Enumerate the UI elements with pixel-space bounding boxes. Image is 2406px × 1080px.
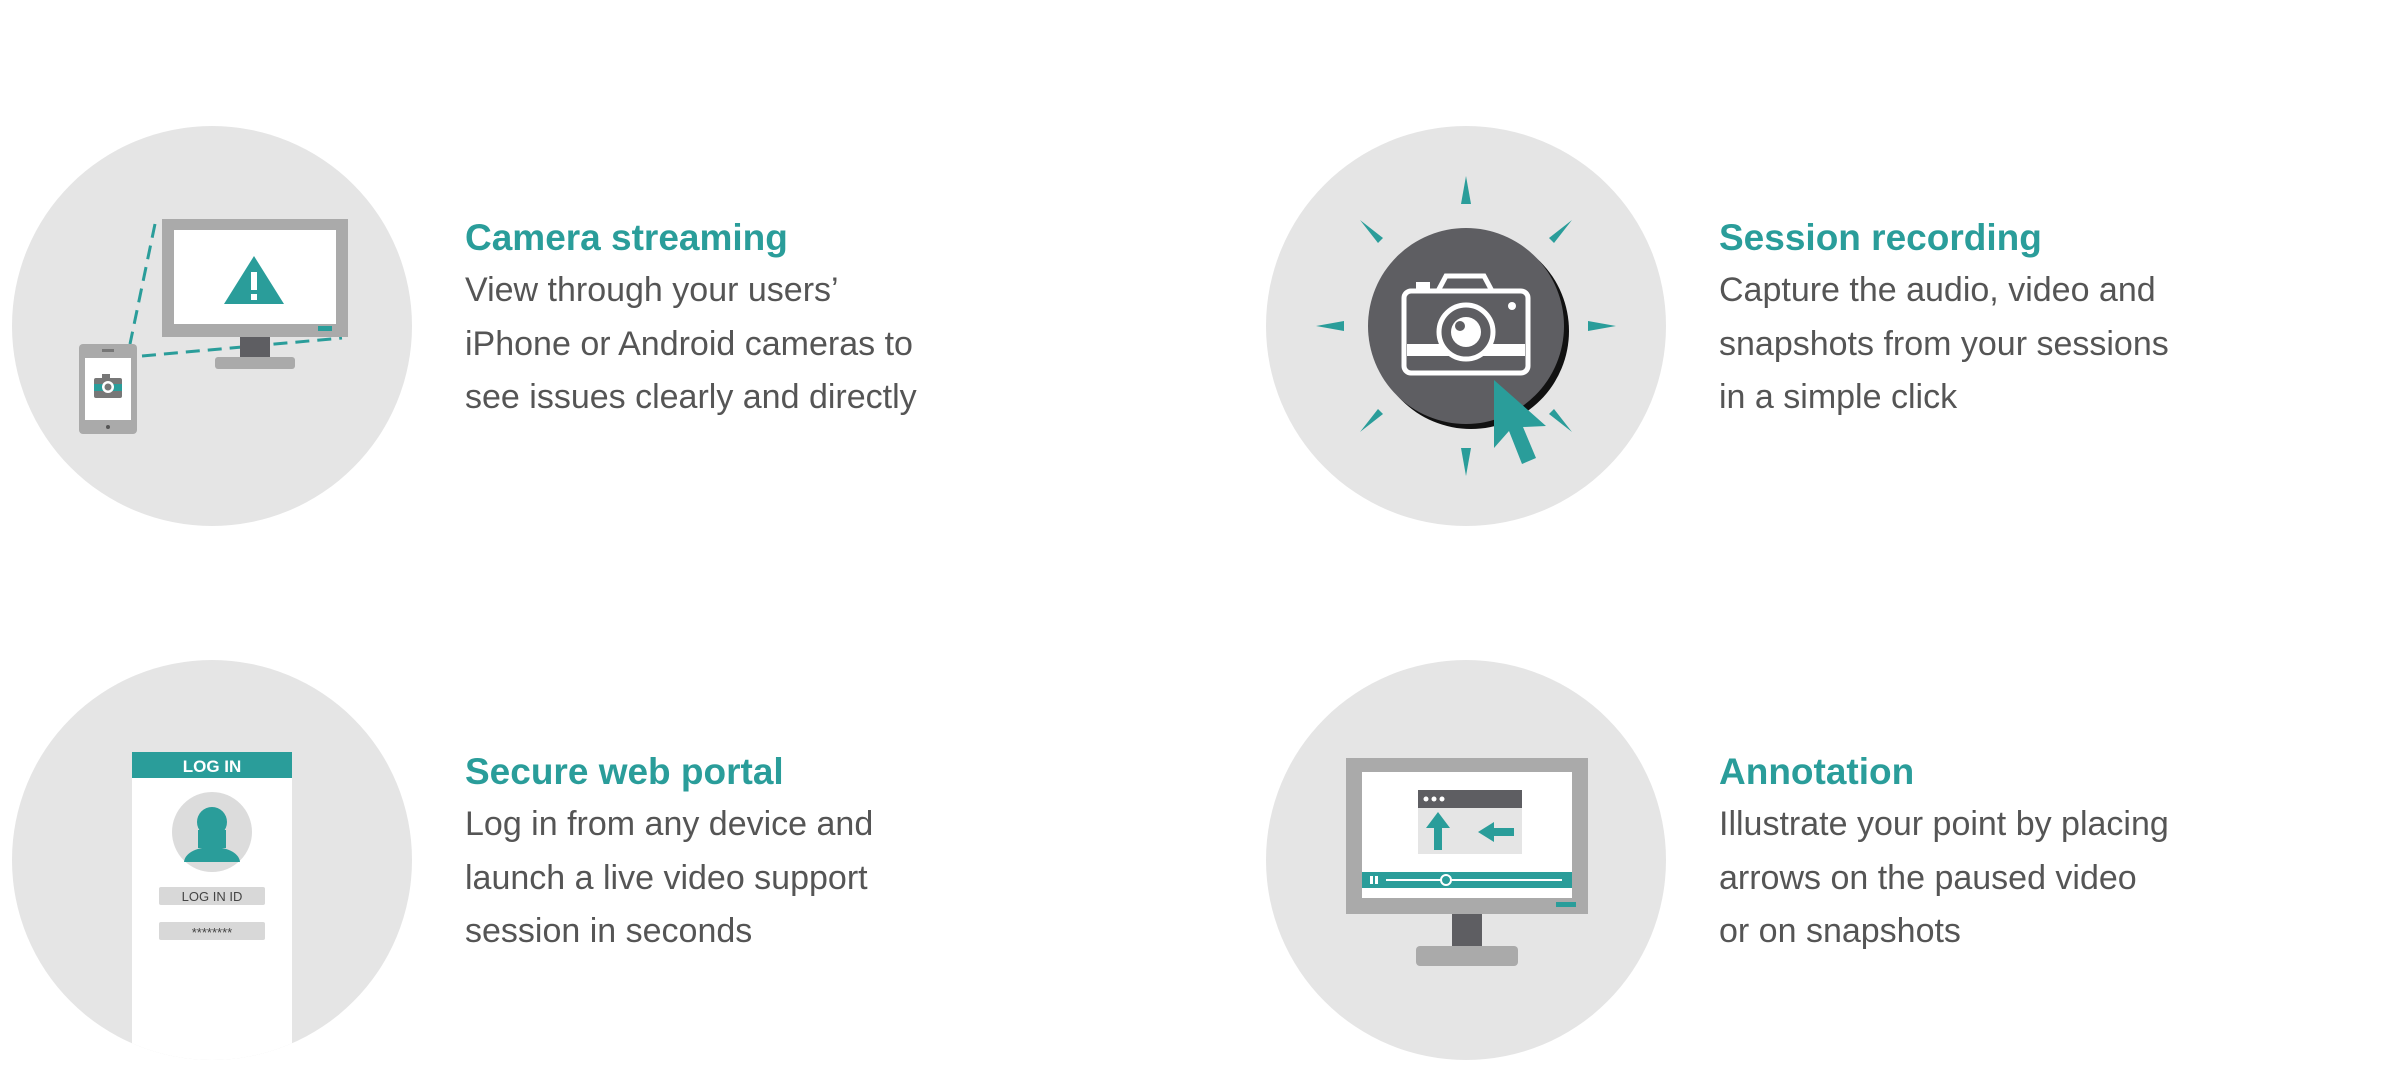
description-line: launch a live video support	[465, 858, 868, 897]
feature-camera-streaming: Camera streaming View through your users…	[12, 126, 1212, 546]
feature-text: Session recording Capture the audio, vid…	[1719, 216, 2279, 425]
description-line: in a simple click	[1719, 378, 1958, 416]
feature-title: Secure web portal	[465, 751, 784, 792]
session-recording-icon	[1266, 126, 1666, 526]
description-line: or on snapshots	[1719, 912, 1961, 950]
description-line: iPhone or Android cameras to	[465, 324, 913, 363]
feature-text: Camera streaming View through your users…	[465, 216, 1025, 425]
feature-annotation: Annotation Illustrate your point by plac…	[1266, 660, 2406, 1080]
description-line: see issues clearly and directly	[465, 378, 917, 416]
description-line: arrows on the paused video	[1719, 858, 2137, 897]
feature-text: Secure web portal Log in from any device…	[465, 750, 1025, 959]
description-line: Illustrate your point by placing	[1719, 805, 2169, 843]
description-line: View through your users’	[465, 271, 839, 309]
feature-text: Annotation Illustrate your point by plac…	[1719, 750, 2279, 959]
feature-description: View through your users’ iPhone or Andro…	[465, 264, 1025, 425]
login-id-label: LOG IN ID	[182, 889, 243, 904]
description-line: snapshots from your sessions	[1719, 324, 2169, 363]
feature-title: Camera streaming	[465, 217, 788, 258]
feature-description: Illustrate your point by placing arrows …	[1719, 798, 2279, 959]
feature-description: Capture the audio, video and snapshots f…	[1719, 264, 2279, 425]
description-line: Log in from any device and	[465, 805, 874, 843]
feature-title: Annotation	[1719, 751, 1915, 792]
camera-streaming-icon	[12, 126, 412, 526]
feature-secure-web-portal: LOG IN LOG IN ID ******** Secure web por…	[12, 660, 1212, 1080]
feature-title: Session recording	[1719, 217, 2042, 258]
login-header-text: LOG IN	[183, 757, 242, 776]
feature-session-recording: Session recording Capture the audio, vid…	[1266, 126, 2406, 546]
description-line: Capture the audio, video and	[1719, 271, 2156, 309]
feature-description: Log in from any device and launch a live…	[465, 798, 1025, 959]
annotation-icon	[1266, 660, 1666, 1060]
description-line: session in seconds	[465, 912, 753, 950]
password-mask: ********	[192, 925, 232, 940]
secure-web-portal-icon: LOG IN LOG IN ID ********	[12, 660, 412, 1060]
